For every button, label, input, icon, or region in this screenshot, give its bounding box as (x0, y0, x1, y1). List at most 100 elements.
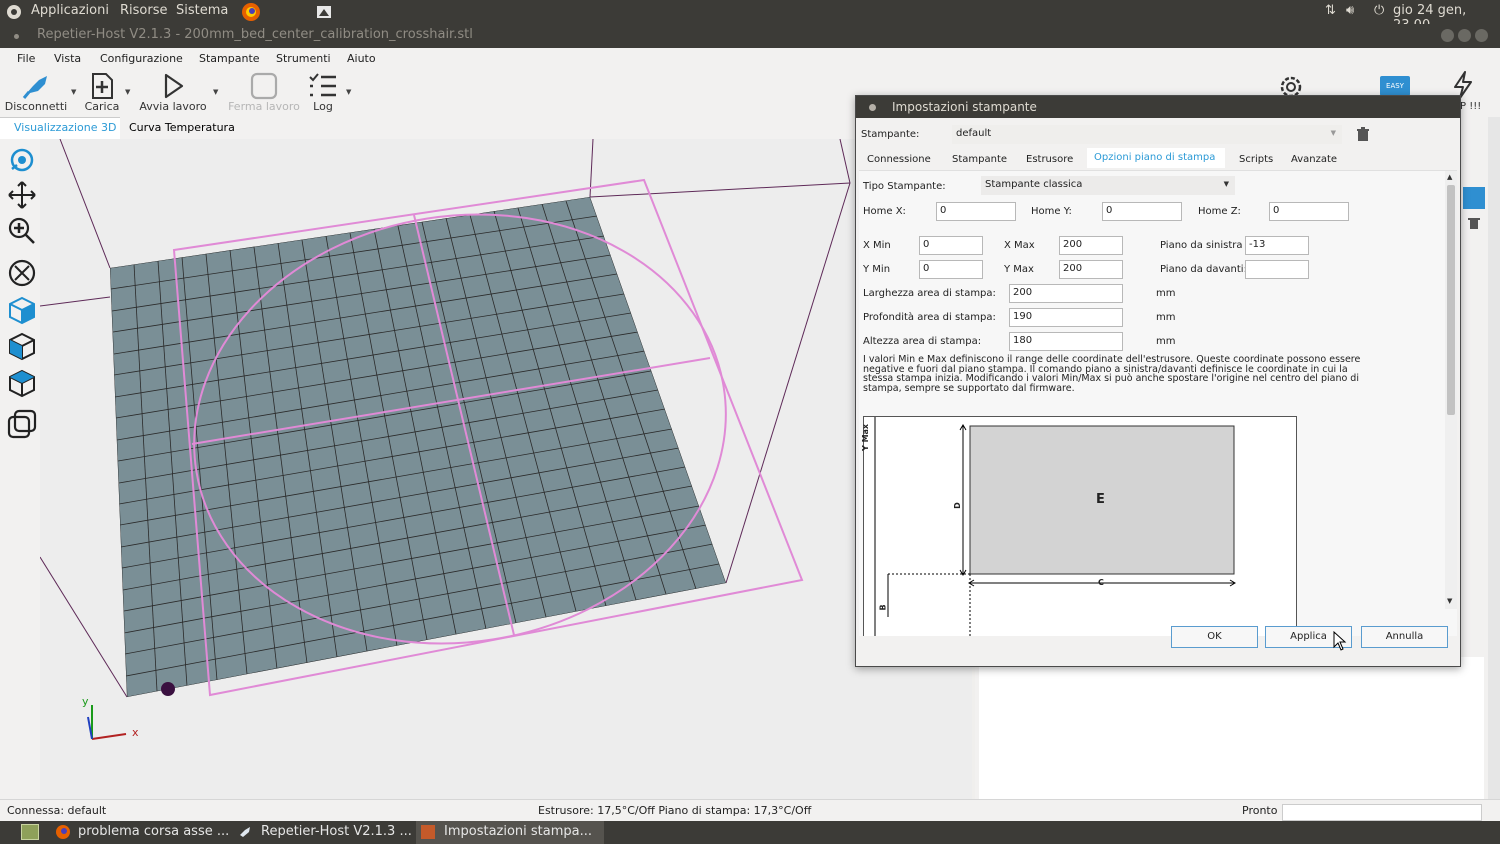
3d-scene[interactable]: x y (40, 139, 972, 799)
window-close-icon[interactable] (1475, 29, 1488, 42)
window-minimize-icon[interactable] (1441, 29, 1454, 42)
home-y-label: Home Y: (1031, 206, 1072, 217)
tab-connection[interactable]: Connessione (867, 154, 931, 165)
network-icon[interactable]: ⇅ (1325, 3, 1336, 18)
tab-3d-view[interactable]: Visualizzazione 3D (14, 121, 116, 134)
menu-tools[interactable]: Strumenti (276, 52, 331, 65)
scroll-up-icon[interactable]: ▲ (1447, 173, 1452, 181)
menu-view[interactable]: Vista (54, 52, 81, 65)
ubuntu-logo-icon[interactable] (6, 4, 22, 24)
mouse-cursor-icon (1333, 630, 1347, 654)
bed-left-input[interactable]: -13 (1245, 236, 1309, 255)
print-width-input[interactable]: 200 (1009, 284, 1123, 303)
screenshot-launcher-icon[interactable] (316, 4, 332, 24)
rotate-icon[interactable] (7, 145, 37, 175)
tab-printer[interactable]: Stampante (952, 154, 1007, 165)
easy-mode-badge[interactable]: EASY (1380, 76, 1410, 96)
places-menu[interactable]: Risorse (120, 3, 168, 18)
window-maximize-icon[interactable] (1458, 29, 1471, 42)
print-width-unit: mm (1156, 288, 1176, 299)
firefox-task-icon (55, 824, 71, 844)
printer-type-select[interactable]: Stampante classica ▼ (981, 176, 1235, 195)
printer-select-value: default (956, 128, 992, 139)
dialog-titlebar: Impostazioni stampante (856, 96, 1460, 118)
task-printer-settings[interactable]: Impostazioni stampa... (444, 824, 592, 839)
applications-menu[interactable]: Applicazioni (31, 3, 109, 18)
task-firefox[interactable]: problema corsa asse ... (78, 824, 229, 839)
3d-viewport[interactable]: x y (40, 139, 972, 799)
top-view-icon[interactable] (7, 368, 37, 398)
tab-bed-options[interactable]: Opzioni piano di stampa (1094, 152, 1215, 163)
stop-job-button[interactable]: Ferma lavoro (226, 68, 302, 117)
settings-task-icon (421, 825, 435, 839)
start-job-button[interactable]: Avvia lavoro (136, 68, 210, 117)
add-file-icon (89, 72, 115, 103)
bed-front-input[interactable] (1245, 260, 1309, 279)
log-button[interactable]: Log (305, 68, 341, 117)
disconnect-dropdown-icon[interactable]: ▼ (71, 88, 76, 96)
menu-printer[interactable]: Stampante (199, 52, 260, 65)
x-max-input[interactable]: 200 (1059, 236, 1123, 255)
ok-button[interactable]: OK (1171, 626, 1258, 648)
status-progress-field (1282, 804, 1482, 821)
log-dropdown-icon[interactable]: ▼ (346, 88, 351, 96)
print-depth-label: Profondità area di stampa: (863, 312, 996, 323)
play-icon (160, 72, 186, 103)
tab-scripts[interactable]: Scripts (1239, 154, 1273, 165)
tab-extruder[interactable]: Estrusore (1026, 154, 1073, 165)
volume-icon[interactable]: 🔊︎ (1346, 3, 1354, 18)
view-tabs: Visualizzazione 3D Curva Temperatura (0, 117, 975, 139)
menu-help[interactable]: Aiuto (347, 52, 376, 65)
repetier-task-icon (238, 825, 252, 843)
right-panel-scrollbar[interactable] (1488, 117, 1500, 799)
right-panel-trash-icon[interactable] (1467, 215, 1481, 234)
zoom-icon[interactable] (7, 216, 37, 246)
home-y-input[interactable]: 0 (1102, 202, 1182, 221)
options-scrollbar[interactable]: ▲ ▼ (1445, 171, 1457, 609)
menu-file[interactable]: File (17, 52, 35, 65)
right-panel-blue-tab[interactable] (1463, 187, 1485, 209)
dialog-menu-dot-icon[interactable] (869, 104, 876, 111)
list-icon (308, 72, 338, 103)
printer-type-value: Stampante classica (985, 179, 1083, 190)
print-depth-input[interactable]: 190 (1009, 308, 1123, 327)
status-connection: Connessa: default (7, 804, 107, 817)
task-repetier[interactable]: Repetier-Host V2.1.3 ... (261, 824, 412, 839)
iso-view-icon[interactable] (7, 295, 37, 325)
status-temperatures: Estrusore: 17,5°C/Off Piano di stampa: 1… (538, 804, 812, 817)
window-title: Repetier-Host V2.1.3 - 200mm_bed_center_… (37, 27, 473, 42)
load-button[interactable]: Carica (80, 68, 124, 117)
diagram-b-label: B (878, 604, 888, 611)
window-titlebar: Repetier-Host V2.1.3 - 200mm_bed_center_… (0, 24, 1500, 48)
y-max-input[interactable]: 200 (1059, 260, 1123, 279)
stop-icon (250, 72, 278, 103)
window-menu-dot-icon[interactable] (14, 34, 19, 39)
load-dropdown-icon[interactable]: ▼ (125, 88, 130, 96)
delete-printer-icon[interactable] (1356, 127, 1370, 145)
scroll-thumb[interactable] (1447, 185, 1455, 415)
firefox-launcher-icon[interactable] (241, 2, 261, 26)
disconnect-button[interactable]: Disconnetti (4, 68, 68, 117)
front-view-icon[interactable] (7, 331, 37, 361)
show-desktop-icon[interactable] (21, 824, 39, 840)
scroll-down-icon[interactable]: ▼ (1447, 597, 1452, 605)
power-icon[interactable]: ⏻ (1374, 3, 1384, 18)
cancel-button[interactable]: Annulla (1361, 626, 1448, 648)
home-z-input[interactable]: 0 (1269, 202, 1349, 221)
wireframe-icon[interactable] (7, 409, 37, 439)
tab-temperature-curve[interactable]: Curva Temperatura (129, 121, 235, 134)
x-min-input[interactable]: 0 (919, 236, 983, 255)
menu-bar: File Vista Configurazione Stampante Stru… (0, 48, 1500, 68)
bed-options-panel: Tipo Stampante: Stampante classica ▼ Hom… (859, 170, 1457, 636)
y-min-input[interactable]: 0 (919, 260, 983, 279)
tab-advanced[interactable]: Avanzate (1291, 154, 1337, 165)
move-icon[interactable] (7, 180, 37, 210)
printer-select[interactable]: default ▼ (952, 125, 1342, 144)
home-x-input[interactable]: 0 (936, 202, 1016, 221)
system-menu[interactable]: Sistema (176, 3, 228, 18)
system-top-panel: Applicazioni Risorse Sistema ⇅ 🔊︎ ⏻ gio … (0, 0, 1500, 33)
print-height-input[interactable]: 180 (1009, 332, 1123, 351)
menu-config[interactable]: Configurazione (100, 52, 183, 65)
fit-icon[interactable] (7, 258, 37, 288)
start-job-dropdown-icon[interactable]: ▼ (213, 88, 218, 96)
